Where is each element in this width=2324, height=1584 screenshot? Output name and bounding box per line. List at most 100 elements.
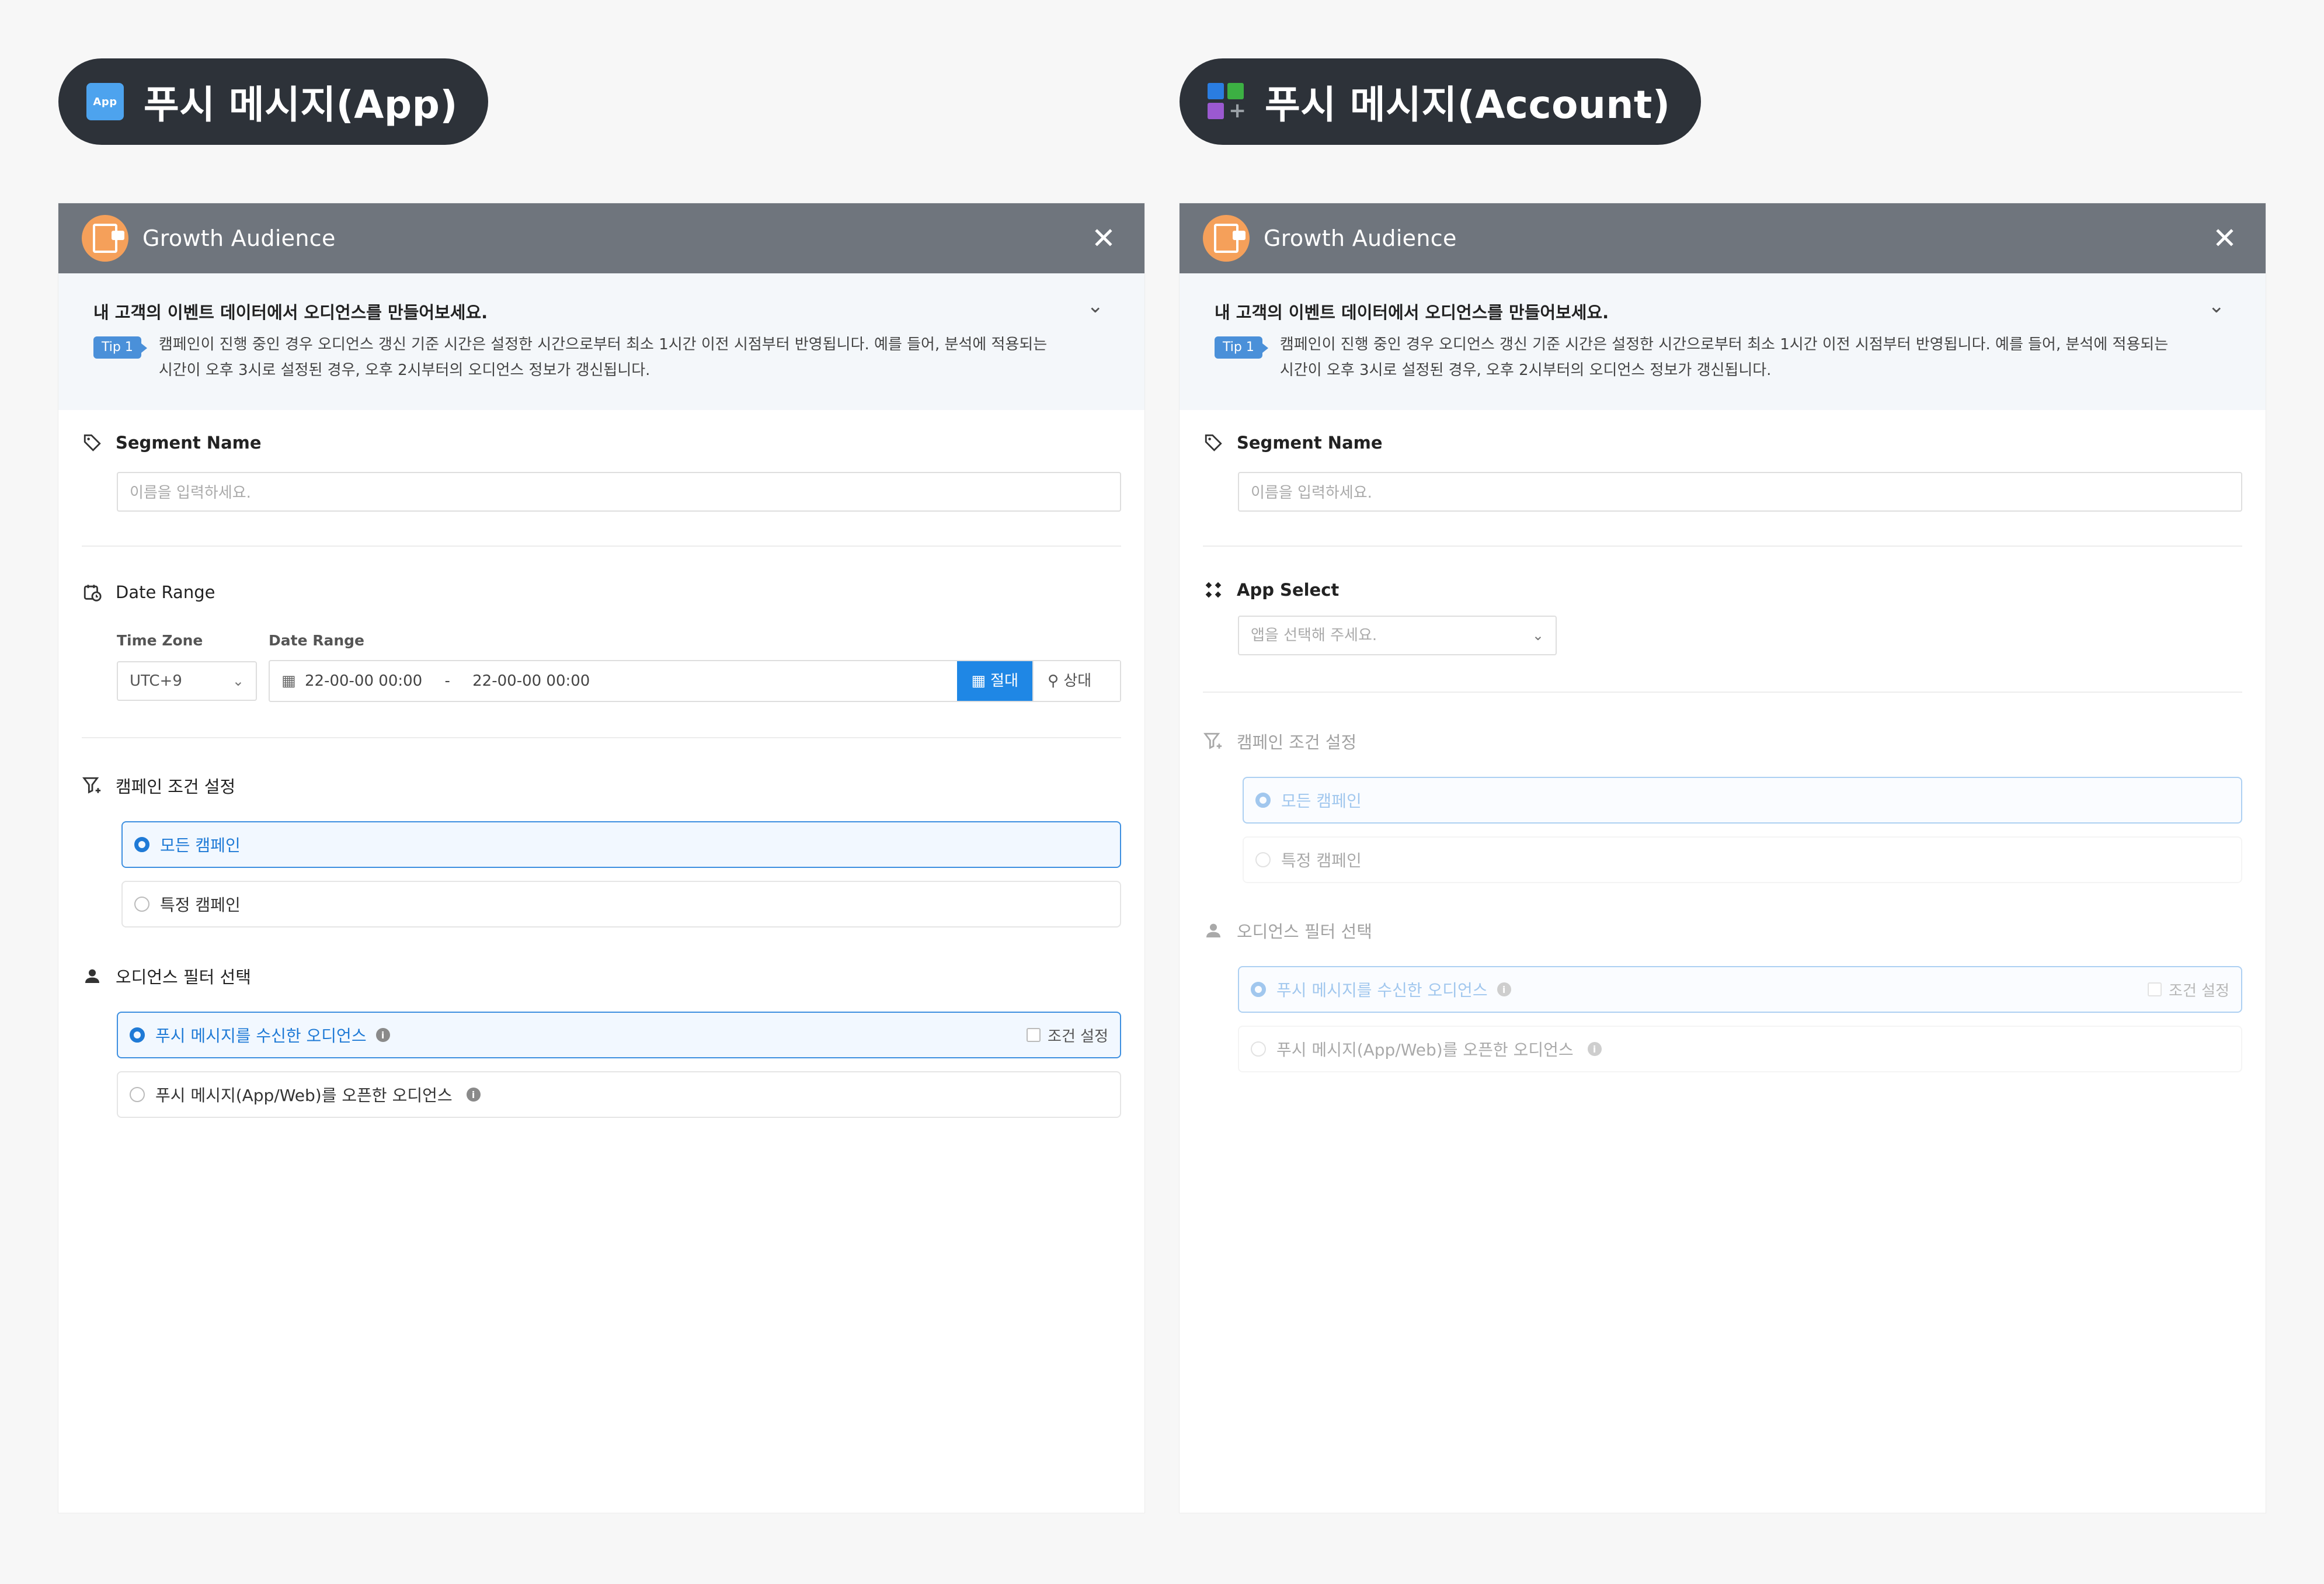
info-icon[interactable]: i: [466, 1088, 481, 1102]
radio[interactable]: [130, 1087, 145, 1102]
tip-line: 캠페인이 진행 중인 경우 오디언스 갱신 기준 시간은 설정한 시간으로부터 …: [158, 336, 1048, 353]
segment-name-label: Segment Name: [116, 433, 262, 453]
campaign-condition-label: 캠페인 조건 설정: [116, 777, 236, 797]
apps-grid-icon: [1203, 579, 1224, 600]
radio-selected[interactable]: [134, 837, 149, 852]
condition-label: 조건 설정: [2169, 982, 2229, 1000]
timezone-value: UTC+9: [130, 672, 182, 690]
filter-add-icon: [1203, 731, 1224, 752]
segment-name-section: Segment Name: [82, 432, 1121, 453]
filter-add-icon: [82, 775, 103, 796]
date-range-label: Date Range: [116, 582, 215, 602]
tip-text: 캠페인이 진행 중인 경우 오디언스 갱신 기준 시간은 설정한 시간으로부터 …: [159, 332, 1047, 383]
condition-setting[interactable]: 조건 설정: [2148, 967, 2229, 1012]
audience-filter-label: 오디언스 필터 선택: [116, 967, 251, 987]
all-campaigns-label: 모든 캠페인: [160, 836, 241, 855]
divider: [82, 546, 1121, 547]
calendar-icon: ▦: [281, 672, 296, 690]
condition-setting[interactable]: 조건 설정: [1027, 1013, 1108, 1057]
checkbox[interactable]: [2148, 982, 2162, 996]
opened-audience-option[interactable]: 푸시 메시지(App/Web)를 오픈한 오디언스 i: [1238, 1026, 2242, 1072]
intro-title: 내 고객의 이벤트 데이터에서 오디언스를 만들어보세요.: [93, 303, 488, 322]
divider: [82, 737, 1121, 738]
segment-name-input[interactable]: 이름을 입력하세요.: [117, 472, 1121, 512]
info-icon[interactable]: i: [1497, 982, 1511, 996]
close-icon[interactable]: ✕: [2210, 221, 2240, 255]
close-icon[interactable]: ✕: [1088, 221, 1119, 255]
segment-name-input[interactable]: 이름을 입력하세요.: [1238, 472, 2242, 512]
audience-filter-section: 오디언스 필터 선택: [82, 964, 1121, 988]
panel-title: Growth Audience: [142, 225, 336, 251]
specific-campaign-option[interactable]: 특정 캠페인: [1243, 836, 2242, 883]
audience-filter-label: 오디언스 필터 선택: [1237, 922, 1372, 942]
relative-label: 상대: [1063, 672, 1092, 690]
date-end: 22-00-00 00:00: [472, 672, 590, 690]
all-campaigns-option[interactable]: 모든 캠페인: [121, 821, 1121, 868]
chevron-down-icon[interactable]: ⌄: [1087, 294, 1104, 318]
date-range-section: Date Range: [82, 582, 1121, 603]
checkbox[interactable]: [1027, 1028, 1041, 1042]
divider: [1203, 692, 2242, 693]
growth-audience-panel: Growth Audience ✕ 내 고객의 이벤트 데이터에서 오디언스를 …: [1180, 203, 2266, 1513]
tip-line: 캠페인이 진행 중인 경우 오디언스 갱신 기준 시간은 설정한 시간으로부터 …: [1279, 336, 2169, 353]
radio[interactable]: [134, 897, 149, 912]
calendar-clock-icon: [82, 582, 103, 603]
campaign-condition-section: 캠페인 조건 설정: [82, 773, 1121, 798]
condition-label: 조건 설정: [1048, 1027, 1108, 1045]
growth-audience-icon: [1203, 215, 1250, 262]
date-separator: -: [444, 672, 450, 690]
intro-banner: 내 고객의 이벤트 데이터에서 오디언스를 만들어보세요. ⌄ Tip 1 캠페…: [58, 273, 1144, 410]
chevron-down-icon: ⌄: [232, 673, 244, 689]
absolute-label: 절대: [990, 672, 1018, 690]
panel-header: Growth Audience ✕: [1180, 203, 2266, 273]
app-select-section: App Select: [1203, 579, 2242, 600]
tag-icon: [82, 432, 103, 453]
tip-line: 시간이 오후 3시로 설정된 경우, 오후 2시부터의 오디언스 정보가 갱신됩…: [1279, 362, 1772, 379]
info-icon[interactable]: i: [375, 1028, 390, 1042]
radio-selected[interactable]: [1251, 982, 1266, 997]
chevron-down-icon: ⌄: [1532, 627, 1544, 644]
info-icon[interactable]: i: [1587, 1042, 1602, 1056]
received-audience-option[interactable]: 푸시 메시지를 수신한 오디언스 i 조건 설정: [117, 1012, 1121, 1058]
app-select-label: App Select: [1237, 580, 1340, 600]
opened-audience-label: 푸시 메시지(App/Web)를 오픈한 오디언스: [1276, 1040, 1574, 1060]
intro-banner: 내 고객의 이벤트 데이터에서 오디언스를 만들어보세요. ⌄ Tip 1 캠페…: [1180, 273, 2266, 410]
timezone-select[interactable]: UTC+9 ⌄: [117, 661, 257, 701]
tag-icon: [1203, 432, 1224, 453]
calendar-icon: ▦: [971, 672, 991, 690]
all-campaigns-option[interactable]: 모든 캠페인: [1243, 777, 2242, 824]
person-icon: [82, 965, 103, 986]
mockup-title: 푸시 메시지(Account): [1265, 82, 1671, 127]
app-select-dropdown[interactable]: 앱을 선택해 주세요. ⌄: [1238, 616, 1557, 655]
tip-line: 시간이 오후 3시로 설정된 경우, 오후 2시부터의 오디언스 정보가 갱신됩…: [158, 362, 650, 379]
relative-date-button[interactable]: ⚲ 상대: [1032, 661, 1120, 701]
specific-campaign-option[interactable]: 특정 캠페인: [121, 881, 1121, 928]
mockup-title-pill: + 푸시 메시지(Account): [1180, 58, 1701, 145]
radio-selected[interactable]: [1255, 793, 1271, 808]
person-search-icon: ⚲: [1048, 672, 1064, 690]
all-campaigns-label: 모든 캠페인: [1281, 791, 1362, 811]
radio[interactable]: [1255, 852, 1271, 867]
left-mockup: App 푸시 메시지(App) Growth Audience ✕ 내 고객의 …: [58, 0, 1144, 1584]
chevron-down-icon[interactable]: ⌄: [2208, 294, 2225, 318]
mockup-title: 푸시 메시지(App): [144, 82, 458, 127]
specific-campaign-label: 특정 캠페인: [160, 895, 241, 915]
timezone-label: Time Zone: [117, 632, 203, 649]
opened-audience-option[interactable]: 푸시 메시지(App/Web)를 오픈한 오디언스 i: [117, 1071, 1121, 1118]
campaign-condition-section: 캠페인 조건 설정: [1203, 729, 2242, 753]
growth-audience-icon: [82, 215, 128, 262]
panel-header: Growth Audience ✕: [58, 203, 1144, 273]
specific-campaign-label: 특정 캠페인: [1281, 851, 1362, 870]
mockup-title-pill: App 푸시 메시지(App): [58, 58, 488, 145]
date-range-picker[interactable]: ▦ 22-00-00 00:00 - 22-00-00 00:00 ▦ 절대 ⚲…: [269, 660, 1121, 702]
person-icon: [1203, 920, 1224, 941]
absolute-date-button[interactable]: ▦ 절대: [957, 661, 1032, 701]
radio[interactable]: [1251, 1041, 1266, 1057]
date-range-sublabel: Date Range: [269, 632, 365, 649]
campaign-condition-label: 캠페인 조건 설정: [1237, 732, 1357, 752]
received-audience-option[interactable]: 푸시 메시지를 수신한 오디언스 i 조건 설정: [1238, 966, 2242, 1013]
panel-title: Growth Audience: [1264, 225, 1457, 251]
radio-selected[interactable]: [130, 1027, 145, 1043]
received-audience-label: 푸시 메시지를 수신한 오디언스: [155, 1026, 367, 1045]
divider: [1203, 546, 2242, 547]
